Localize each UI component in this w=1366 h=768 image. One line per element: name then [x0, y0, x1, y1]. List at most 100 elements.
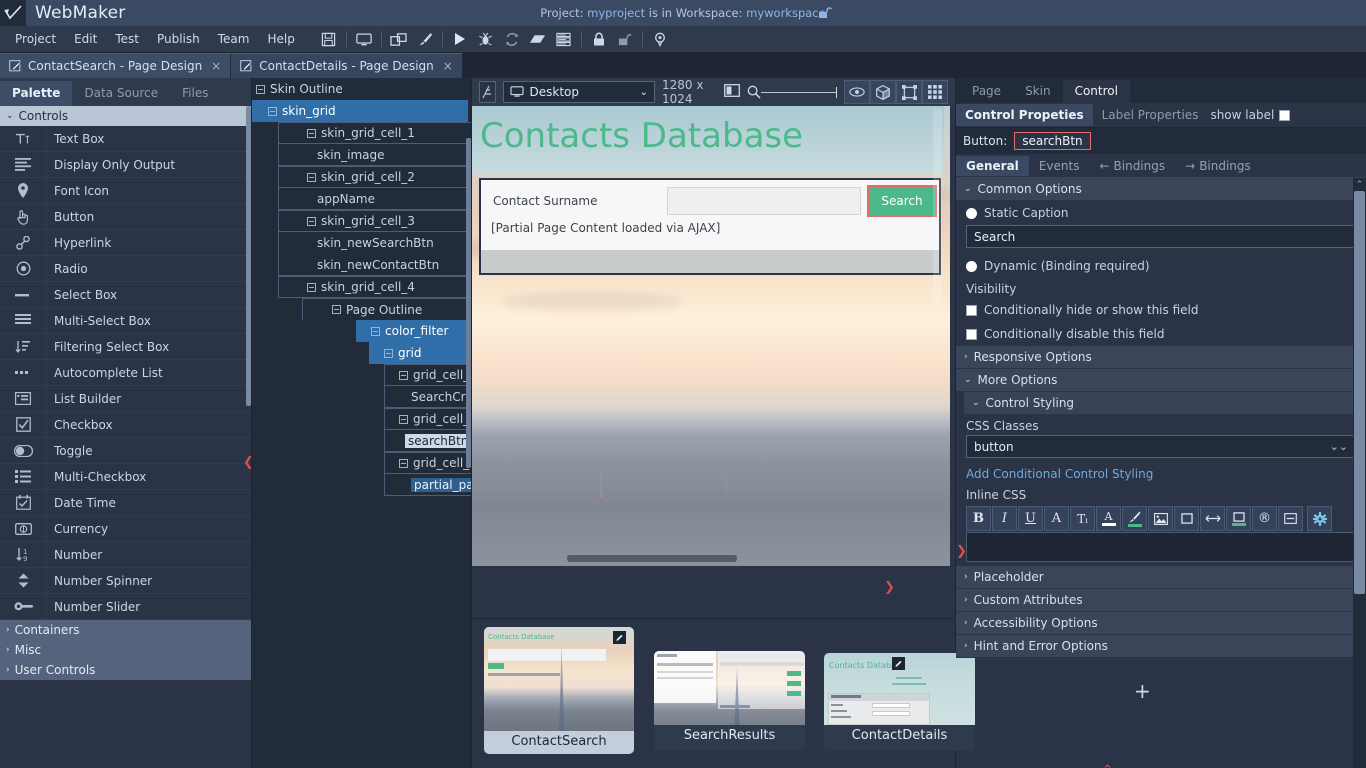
tab-skin[interactable]: Skin	[1013, 80, 1063, 103]
collapse-toggle-icon[interactable]	[384, 349, 393, 358]
tree-vertical-scrollbar[interactable]	[466, 138, 471, 538]
monitor-icon[interactable]	[351, 27, 377, 51]
section-more-options[interactable]: ⌄ More Options	[956, 369, 1366, 392]
add-conditional-control-styling-link[interactable]: Add Conditional Control Styling	[956, 464, 1366, 484]
palette-item-text-box[interactable]: Text Box	[0, 126, 251, 152]
tab-palette[interactable]: Palette	[0, 81, 72, 106]
menu-team[interactable]: Team	[209, 29, 259, 49]
tree-node-skin-grid-cell-1[interactable]: skin_grid_cell_1	[278, 122, 472, 144]
menu-help[interactable]: Help	[258, 29, 303, 49]
border-color-icon[interactable]	[1226, 506, 1251, 531]
font-family-icon[interactable]: A	[1044, 506, 1069, 531]
palette-item-select-box[interactable]: Select Box	[0, 282, 251, 308]
section-placeholder[interactable]: › Placeholder i	[956, 566, 1366, 589]
search-form-container[interactable]: Contact Surname Search [Partial Page Con…	[479, 178, 941, 275]
palette-item-autocomplete-list[interactable]: Autocomplete List	[0, 360, 251, 386]
collapse-toggle-icon[interactable]	[307, 173, 316, 182]
radio-static-caption[interactable]	[966, 208, 977, 219]
palette-group-user-controls[interactable]: › User Controls	[0, 660, 251, 680]
lightbulb-icon[interactable]	[647, 27, 673, 51]
refresh-icon[interactable]	[499, 27, 525, 51]
collapse-toggle-icon[interactable]	[307, 283, 316, 292]
width-icon[interactable]	[1200, 506, 1225, 531]
tree-node-searchbtn[interactable]: searchBtn	[384, 430, 472, 452]
text-color-icon[interactable]: A	[1096, 506, 1121, 531]
palette-item-list-builder[interactable]: List Builder	[0, 386, 251, 412]
grid-icon[interactable]	[922, 80, 948, 104]
option-dynamic-binding[interactable]: Dynamic (Binding required)	[956, 254, 1366, 278]
palette-item-multi-select-box[interactable]: Multi-Select Box	[0, 308, 251, 334]
lock-open-icon[interactable]	[612, 27, 638, 51]
save-icon[interactable]	[316, 27, 342, 51]
tree-node-skin-newsearchbtn[interactable]: skin_newSearchBtn	[278, 232, 472, 254]
collapse-toggle-icon[interactable]	[399, 415, 408, 424]
eraser-icon[interactable]	[525, 27, 551, 51]
copy-pages-icon[interactable]	[386, 27, 412, 51]
search-button[interactable]: Search	[869, 187, 935, 215]
static-caption-input[interactable]: Search	[966, 225, 1356, 248]
tree-node-skin-grid-cell-2[interactable]: skin_grid_cell_2	[278, 166, 472, 188]
italic-icon[interactable]: I	[992, 506, 1017, 531]
checkbox-conditional-disable[interactable]	[966, 329, 977, 340]
palette-item-currency[interactable]: Currency	[0, 516, 251, 542]
show-label-option[interactable]: show label	[1210, 108, 1290, 122]
tab-page[interactable]: Page	[960, 80, 1013, 103]
palette-scrollbar[interactable]	[246, 106, 251, 422]
background-color-icon[interactable]	[1122, 506, 1147, 531]
tree-node-skin-grid[interactable]: skin_grid	[252, 100, 468, 122]
fullscreen-icon[interactable]	[724, 84, 740, 100]
tab-out-bindings[interactable]: →Bindings	[1175, 156, 1261, 176]
scrollbar-thumb[interactable]	[1354, 191, 1365, 594]
select-frame-icon[interactable]	[896, 80, 922, 104]
tree-root[interactable]: Skin Outline	[252, 78, 471, 100]
collapse-toggle-icon[interactable]	[399, 459, 408, 468]
zoom-slider[interactable]	[747, 85, 837, 99]
doc-tab-close[interactable]: ×	[443, 59, 453, 73]
underline-icon[interactable]: U	[1018, 506, 1043, 531]
section-custom-attributes[interactable]: › Custom Attributes i	[956, 589, 1366, 612]
canvas-vertical-scrollbar[interactable]	[933, 108, 942, 308]
section-control-styling[interactable]: ⌄ Control Styling i	[964, 392, 1366, 415]
design-canvas[interactable]: Contacts Database Contact Surname Search…	[472, 106, 955, 618]
palette-item-button[interactable]: Button	[0, 204, 251, 230]
device-select[interactable]: Desktop ⌄	[503, 81, 656, 103]
palette-group-containers[interactable]: › Containers	[0, 620, 251, 640]
palette-item-number[interactable]: 19 Number	[0, 542, 251, 568]
tree-node-grid[interactable]: grid ❮	[369, 342, 472, 364]
option-conditional-hide[interactable]: Conditionally hide or show this field	[956, 298, 1366, 322]
tree-node-grid-cell-3[interactable]: grid_cell_3	[384, 452, 472, 474]
collapse-toggle-icon[interactable]	[268, 107, 277, 116]
chevron-down-icon[interactable]: ⌄⌄	[1330, 440, 1348, 453]
menu-publish[interactable]: Publish	[148, 29, 209, 49]
palette-item-date-time[interactable]: Date Time	[0, 490, 251, 516]
tab-files[interactable]: Files	[170, 81, 220, 106]
section-common-options[interactable]: ⌄ Common Options i	[956, 178, 1366, 201]
debug-bug-icon[interactable]	[473, 27, 499, 51]
palette-item-filtering-select-box[interactable]: Filtering Select Box	[0, 334, 251, 360]
inline-css-input[interactable]	[966, 532, 1356, 562]
registered-icon[interactable]: ®	[1252, 506, 1277, 531]
palette-item-radio[interactable]: Radio	[0, 256, 251, 282]
list-layers-icon[interactable]	[551, 27, 577, 51]
tree-node-appname[interactable]: appName	[278, 188, 472, 210]
palette-item-number-spinner[interactable]: Number Spinner	[0, 568, 251, 594]
contact-surname-input[interactable]	[667, 187, 861, 215]
thumbnail-contactsearch[interactable]: Contacts Database ContactSearch	[484, 627, 634, 754]
section-hint-error-options[interactable]: › Hint and Error Options i	[956, 635, 1366, 658]
page-preview-frame[interactable]: Contacts Database Contact Surname Search…	[472, 106, 950, 566]
lock-closed-icon[interactable]	[586, 27, 612, 51]
tree-node-skin-grid-cell-4[interactable]: skin_grid_cell_4	[278, 276, 472, 298]
doc-tab-close[interactable]: ×	[211, 59, 221, 73]
section-responsive-options[interactable]: › Responsive Options	[956, 346, 1366, 369]
collapse-toggle-icon[interactable]	[399, 371, 408, 380]
collapse-toggle-icon[interactable]	[332, 305, 341, 314]
slider-handle[interactable]	[836, 87, 837, 98]
radio-dynamic[interactable]	[966, 261, 977, 272]
minus-box-icon[interactable]	[1278, 506, 1303, 531]
tree-node-grid-cell-2[interactable]: grid_cell_2	[384, 408, 472, 430]
tab-label-properties[interactable]: Label Properties	[1093, 104, 1208, 126]
doc-tab-contactsearch[interactable]: ContactSearch - Page Design ×	[0, 53, 231, 78]
collapse-toggle-icon[interactable]	[307, 217, 316, 226]
preview-eye-icon[interactable]	[844, 80, 870, 104]
doc-tab-contactdetails[interactable]: ContactDetails - Page Design ×	[231, 53, 463, 78]
